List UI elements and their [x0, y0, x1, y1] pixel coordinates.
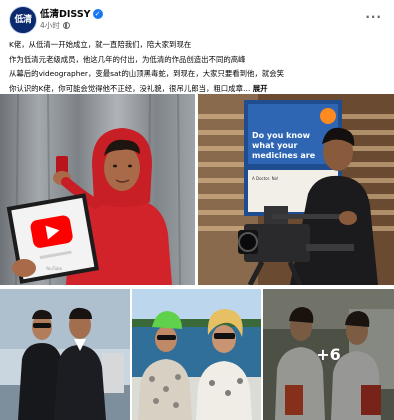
photo-2-illustration: Do you know what your medicines are A Do… [198, 94, 394, 285]
photo-1-illustration: YouTube [0, 94, 195, 285]
verified-badge-icon: ✓ [92, 9, 103, 19]
photo-1[interactable]: YouTube [0, 94, 195, 285]
page-avatar[interactable]: 低清 [9, 6, 37, 34]
post-text-line: 作为低清元老级成员，他这几年的付出，为低清的作品创造出不同的高峰 [9, 54, 246, 64]
poster-line-3: medicines are [252, 151, 316, 160]
photo-3-illustration [0, 289, 130, 420]
post-text-line: 你认识的K佬，你可能会觉得他不正经，没礼貌，很吊儿郎当，粗口成章… [9, 83, 251, 93]
page-name[interactable]: 低清DISSY [40, 9, 91, 20]
more-photos-overlay[interactable]: +6 [263, 289, 394, 420]
photo-5[interactable]: +6 [263, 289, 394, 420]
post-text-line: 从幕后的videographer，变最sat的山顶黑毒蛇，到现在，大家只要看到他… [9, 69, 285, 79]
photo-3[interactable] [0, 289, 130, 420]
photo-4[interactable] [132, 289, 261, 420]
post-header: 低清 低清DISSY ✓ 4小时 ··· [0, 0, 394, 36]
poster-line-2: what your [252, 141, 298, 150]
post-text: K佬，从低清一开始成立，就一直陪我们，陪大家到现在 作为低清元老级成员，他这几年… [9, 38, 387, 96]
more-options-icon[interactable]: ··· [365, 10, 382, 24]
plaque-label: YouTube [45, 266, 63, 271]
see-more-link[interactable]: 展开 [253, 84, 268, 93]
photo-2[interactable]: Do you know what your medicines are A Do… [198, 94, 394, 285]
post-meta: 4小时 [40, 20, 70, 31]
page-name-link[interactable]: 低清DISSY ✓ [40, 6, 103, 20]
avatar-logo-text: 低清 [14, 15, 32, 25]
poster-line-4: A Doctor. No! [252, 176, 279, 181]
globe-icon [62, 22, 70, 29]
photo-4-illustration [132, 289, 261, 420]
poster-line-1: Do you know [252, 131, 311, 140]
more-photos-count[interactable]: +6 [316, 345, 341, 364]
post-timestamp[interactable]: 4小时 [40, 21, 60, 30]
post-text-line: K佬，从低清一开始成立，就一直陪我们，陪大家到现在 [9, 40, 192, 49]
